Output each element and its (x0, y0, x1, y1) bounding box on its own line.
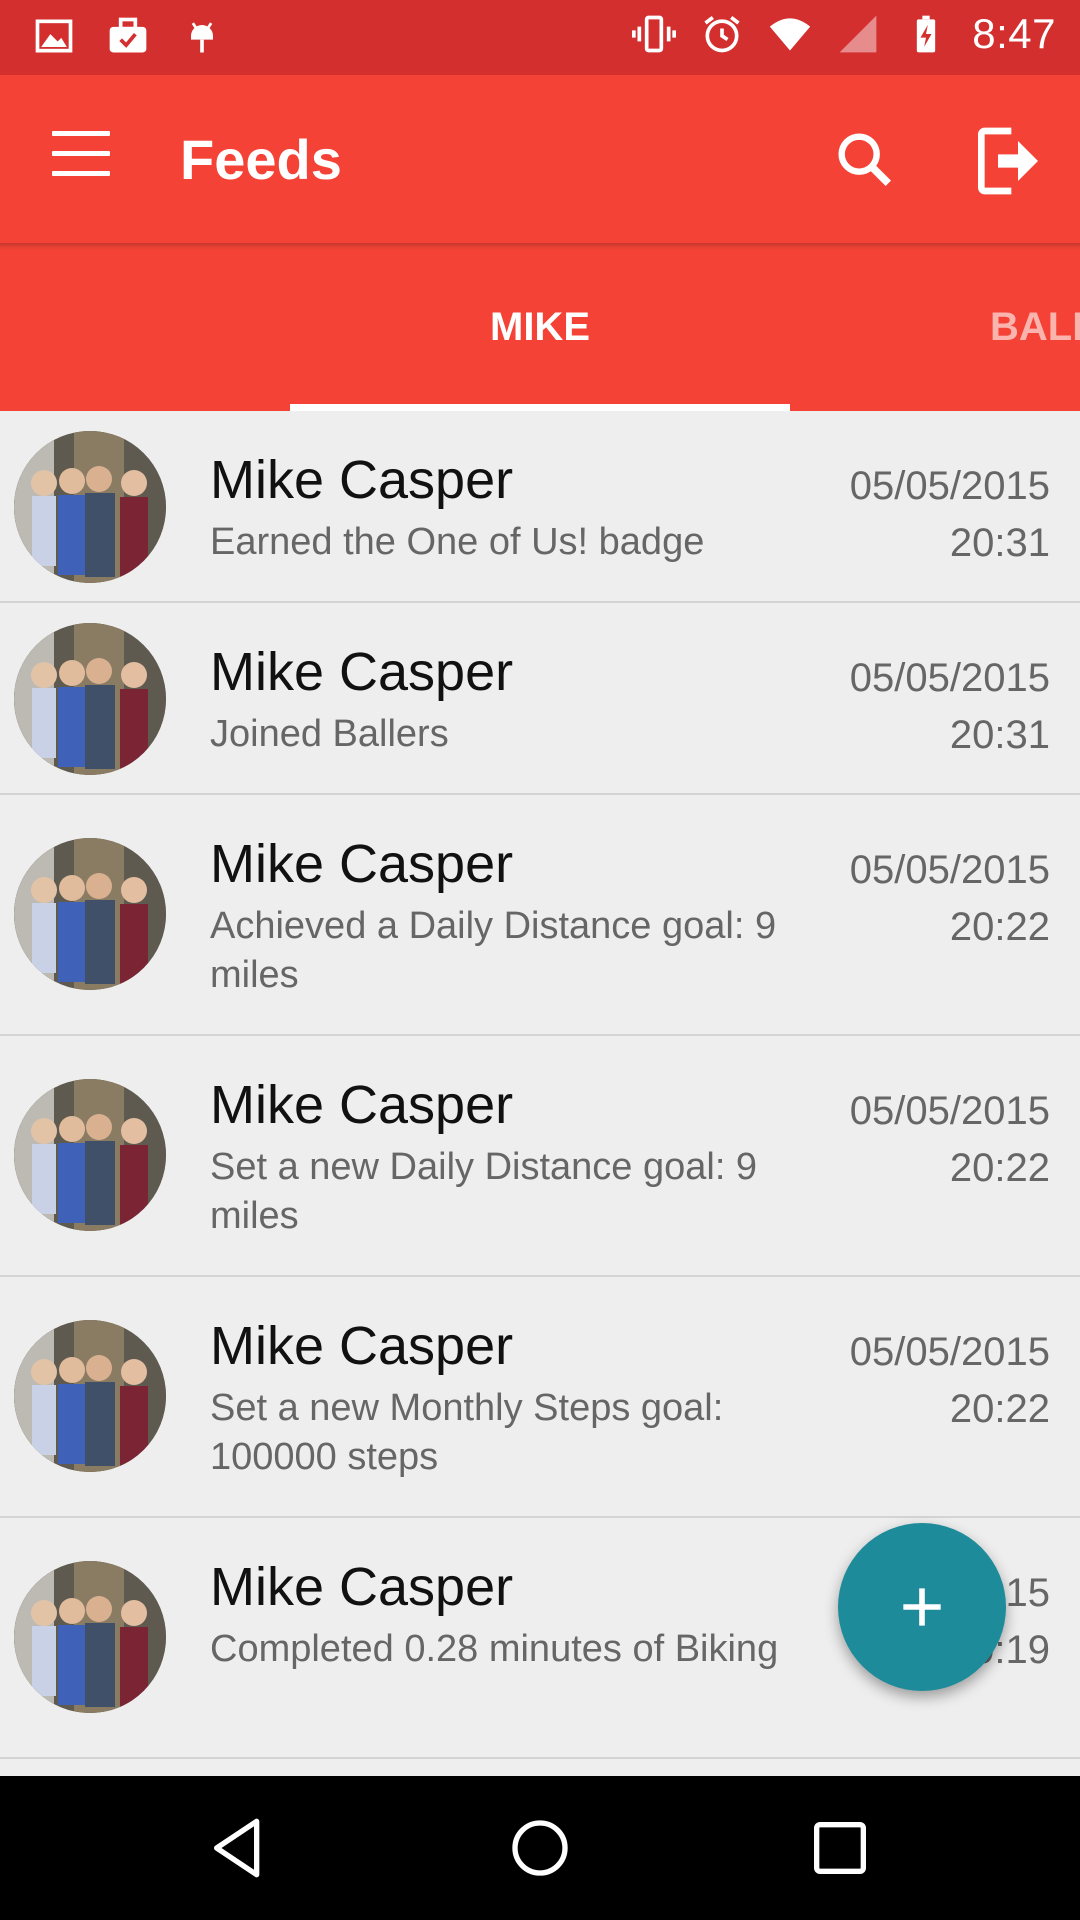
avatar (14, 1079, 166, 1231)
recents-icon (814, 1822, 866, 1874)
feed-item-activity: Set a new Daily Distance goal: 9 miles (210, 1146, 758, 1237)
search-icon (838, 133, 892, 187)
menu-icon (52, 131, 110, 136)
feed-item-date: 05/05/2015 (849, 848, 1050, 892)
vibrate-icon (632, 12, 677, 56)
status-bar-notifications (32, 14, 224, 58)
menu-button[interactable] (52, 131, 112, 179)
feed-item-name: Mike Casper (210, 834, 514, 894)
feed-item-activity: Achieved a Daily Distance goal: 9 miles (210, 905, 777, 996)
feed-item-name: Mike Casper (210, 450, 514, 510)
add-icon (903, 1588, 941, 1626)
back-button[interactable] (200, 1808, 280, 1888)
feed-item-activity: Set a new Monthly Steps goal: 100000 ste… (210, 1387, 724, 1478)
feed-item-date: 05/05/2015 (849, 464, 1050, 508)
feed-item-time: 20:22 (949, 1387, 1050, 1431)
feed-item[interactable]: Mike Casper Set a new Daily Distance goa… (0, 1036, 1080, 1277)
status-bar: 8:47 (0, 0, 1080, 75)
home-button[interactable] (500, 1808, 580, 1888)
avatar (14, 431, 166, 583)
feed-item-time: 20:22 (949, 1146, 1050, 1190)
tab-ballers[interactable]: BALL (990, 243, 1080, 411)
avatar (14, 838, 166, 990)
feed-item-name: Mike Casper (210, 642, 514, 702)
logout-button[interactable] (968, 121, 1048, 201)
feed-item[interactable]: Mike Casper Earned the One of Us! badge … (0, 411, 1080, 603)
status-bar-system: 8:47 (632, 10, 1056, 58)
recents-button[interactable] (800, 1808, 880, 1888)
feed-item[interactable]: Mike Casper Set a new Monthly Steps goal… (0, 1277, 1080, 1518)
feed-item[interactable]: Mike Casper Joined Ballers 05/05/2015 20… (0, 603, 1080, 795)
android-icon (180, 14, 224, 58)
feed-item-time: 20:31 (949, 713, 1050, 757)
search-button[interactable] (830, 125, 900, 195)
feed-item-date: 05/05/2015 (849, 1330, 1050, 1374)
feed-item-time: 20:31 (949, 521, 1050, 565)
work-briefcase-icon (106, 14, 150, 58)
feed-item[interactable]: Mike Casper Achieved a Daily Distance go… (0, 795, 1080, 1036)
back-icon (214, 1818, 260, 1878)
home-icon (512, 1820, 568, 1876)
tab-bar: MIKE BALL (0, 243, 1080, 411)
feed-item-date: 05/05/2015 (849, 1089, 1050, 1133)
feed-item-time: 20:22 (949, 905, 1050, 949)
feed-item-name: Mike Casper (210, 1316, 514, 1376)
logout-icon (978, 127, 1038, 195)
status-bar-time: 8:47 (972, 10, 1056, 57)
alarm-icon (700, 12, 744, 56)
battery-charging-icon (904, 12, 948, 56)
menu-icon-bar (52, 151, 110, 156)
add-button[interactable] (838, 1523, 1006, 1691)
menu-icon-bar (52, 171, 110, 176)
avatar (14, 1561, 166, 1713)
avatar (14, 623, 166, 775)
page-title: Feeds (180, 128, 342, 191)
tab-mike[interactable]: MIKE (290, 243, 790, 411)
tab-indicator (290, 404, 790, 411)
lte-signal-icon (836, 12, 880, 56)
feed-item-name: Mike Casper (210, 1075, 514, 1135)
app-bar: Feeds (0, 75, 1080, 243)
feed-item-activity: Joined Ballers (210, 713, 449, 755)
feed-item-date: 05/05/2015 (849, 656, 1050, 700)
navigation-bar (0, 1776, 1080, 1920)
feed-item-name: Mike Casper (210, 1557, 514, 1617)
feed-item-activity: Completed 0.28 minutes of Biking (210, 1628, 779, 1670)
avatar (14, 1320, 166, 1472)
feed-item-activity: Earned the One of Us! badge (210, 521, 705, 563)
wifi-icon (768, 12, 812, 56)
image-icon (32, 14, 76, 58)
